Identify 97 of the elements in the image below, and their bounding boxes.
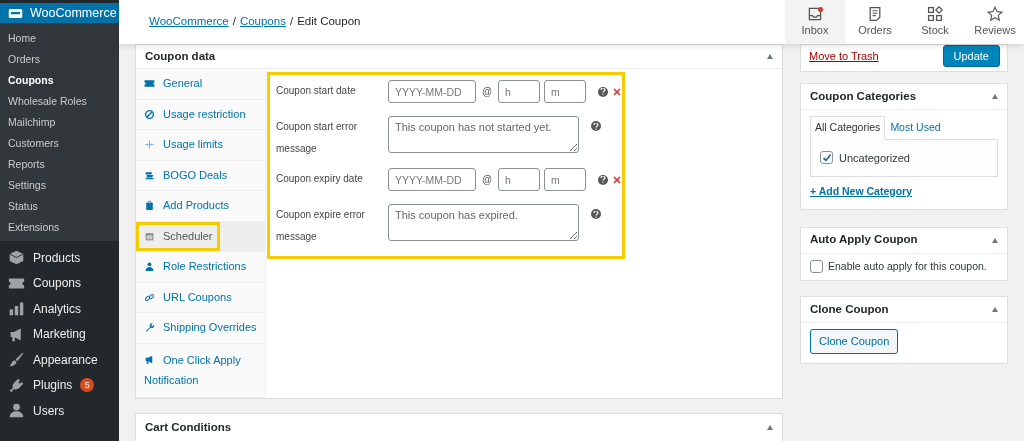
panel-title: Clone Coupon [810, 302, 889, 318]
grid-icon [927, 5, 943, 22]
person-icon [144, 261, 155, 273]
at-sign: @ [480, 85, 494, 99]
tab[interactable]: Add Products [136, 191, 265, 222]
panel-title: Cart Conditions [145, 420, 232, 436]
activity-tab[interactable]: Stock [905, 0, 965, 44]
panel-title: Coupon Categories [810, 88, 917, 104]
bar-chart-icon [8, 300, 25, 318]
help-icon[interactable] [591, 121, 601, 131]
menu-item[interactable]: Analytics [33, 299, 82, 318]
add-category-link[interactable]: + Add New Category [810, 183, 912, 200]
megaphone-icon [144, 353, 155, 365]
stack-icon [144, 169, 155, 181]
prohibited-icon [144, 108, 155, 120]
tab[interactable]: Usage restriction [136, 99, 265, 130]
count-badge: 5 [80, 378, 95, 393]
menu-item[interactable]: Plugins [33, 376, 73, 395]
calendar-icon [144, 230, 155, 242]
menu-item[interactable]: Appearance [33, 350, 98, 369]
collapse-icon[interactable] [992, 94, 998, 99]
submenu-item[interactable]: Wholesale Roles [0, 91, 119, 112]
menu-item[interactable]: Marketing [33, 325, 86, 344]
breadcrumb-link[interactable]: Coupons [239, 15, 286, 28]
collapse-icon[interactable] [767, 425, 773, 431]
submenu-item[interactable]: Extensions [0, 217, 119, 238]
star-icon [987, 5, 1003, 22]
field-label: Coupon start date [276, 84, 357, 98]
hour-field[interactable]: h [498, 80, 540, 103]
breadcrumb-link[interactable]: WooCommerce [149, 15, 229, 28]
plug-icon [8, 376, 25, 394]
box-icon [8, 249, 25, 267]
document-icon [867, 5, 883, 22]
update-button[interactable]: Update [942, 44, 1000, 68]
clone-button[interactable]: Clone Coupon [810, 329, 899, 354]
tab[interactable]: All Categories [810, 116, 886, 140]
tab[interactable]: BOGO Deals [136, 160, 265, 191]
wrench-icon [144, 322, 155, 334]
bag-icon [144, 200, 155, 212]
field-label: Coupon expiry date [276, 172, 364, 186]
checkbox-label: Uncategorized [839, 150, 910, 166]
tab[interactable]: One Click Apply Notification [136, 343, 265, 399]
submenu-item[interactable]: Home [0, 28, 119, 49]
menu-item[interactable]: Coupons [33, 274, 82, 293]
tab[interactable]: Shipping Overrides [136, 313, 265, 344]
tab[interactable]: General [136, 69, 265, 100]
checkbox-label: Enable auto apply for this coupon. [828, 258, 987, 274]
help-icon[interactable] [591, 209, 601, 219]
breadcrumb-separator: / [289, 15, 294, 28]
menu-item[interactable]: Products [33, 248, 81, 267]
collapse-icon[interactable] [767, 54, 773, 59]
submenu-item[interactable]: Status [0, 196, 119, 217]
unread-dot-icon [818, 7, 823, 12]
tab[interactable]: Usage limits [136, 130, 265, 161]
message-field[interactable]: This coupon has not started yet. [388, 116, 579, 153]
date-field[interactable]: YYYY-MM-DD [388, 80, 476, 103]
person-icon [8, 402, 25, 420]
help-icon[interactable] [598, 86, 608, 97]
close-icon[interactable] [612, 174, 622, 185]
menu-item[interactable]: Users [33, 401, 65, 420]
hour-field[interactable]: h [498, 168, 540, 191]
at-sign: @ [480, 173, 494, 187]
activity-tab[interactable]: Reviews [965, 0, 1024, 44]
activity-tab[interactable]: Orders [845, 0, 905, 44]
help-icon[interactable] [598, 174, 608, 185]
panel-title: Coupon data [145, 48, 216, 64]
collapse-icon[interactable] [992, 237, 998, 243]
submenu-item[interactable]: Mailchimp [0, 112, 119, 133]
minute-field[interactable]: m [544, 168, 586, 191]
tab[interactable]: Role Restrictions [136, 252, 265, 283]
date-field[interactable]: YYYY-MM-DD [388, 168, 476, 191]
field-label: Coupon start error message [276, 120, 359, 156]
crosshair-icon [144, 139, 155, 151]
trash-link[interactable]: Move to Trash [809, 47, 879, 65]
checkbox[interactable] [810, 259, 823, 273]
link-icon [144, 291, 155, 303]
checkbox[interactable] [820, 151, 833, 165]
inbox-icon [807, 5, 823, 22]
submenu-item[interactable]: Customers [0, 133, 119, 154]
brush-icon [8, 351, 25, 369]
field-label: Coupon expire error message [276, 208, 366, 244]
message-field[interactable]: This coupon has expired. [388, 204, 579, 241]
panel-title: Auto Apply Coupon [810, 232, 918, 248]
ticket-icon [144, 78, 155, 90]
breadcrumb-current: Edit Coupon [297, 15, 361, 28]
collapse-icon[interactable] [992, 307, 998, 313]
tab[interactable]: Most Used [885, 116, 946, 140]
activity-tab[interactable]: Inbox [785, 0, 845, 44]
close-icon[interactable] [612, 86, 622, 97]
minute-field[interactable]: m [544, 80, 586, 103]
submenu-item[interactable]: Settings [0, 175, 119, 196]
tab[interactable]: URL Coupons [136, 282, 265, 313]
submenu-item[interactable]: Orders [0, 49, 119, 70]
submenu-item[interactable]: Reports [0, 154, 119, 175]
tab[interactable]: Scheduler [136, 221, 265, 252]
breadcrumb-separator: / [232, 15, 236, 28]
submenu-item[interactable]: Coupons [0, 70, 119, 91]
